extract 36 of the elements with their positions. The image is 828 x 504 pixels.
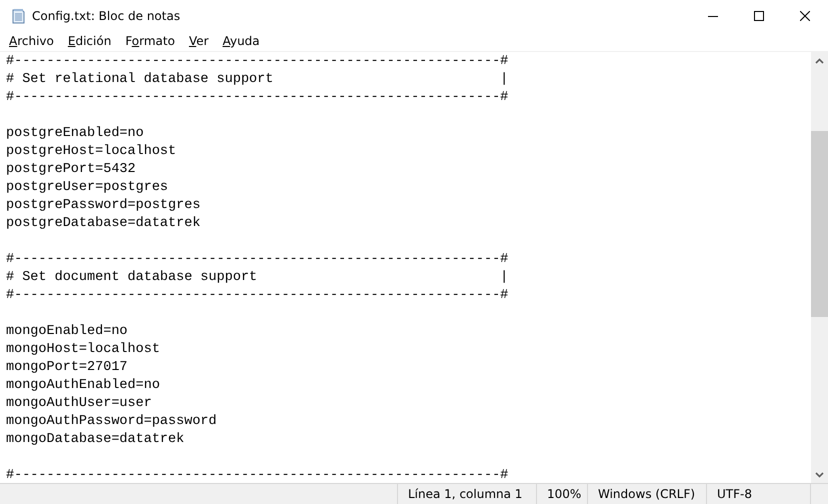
text-line: postgreEnabled=no [6,125,145,143]
text-line: mongoHost=localhost [6,341,161,359]
text-line: #------------------------------------------------------------# [6,251,510,269]
chevron-up-icon [815,58,824,64]
text-line: # Set relational database support | [6,71,510,89]
text-line: postgrePassword=postgres [6,197,202,215]
window-title: Config.txt: Bloc de notas [32,8,182,22]
maximize-icon [754,10,764,20]
text-line: #------------------------------------------------------------# [6,53,510,71]
text-line: #------------------------------------------------------------# [6,89,510,107]
text-line: postgreUser=postgres [6,179,170,197]
text-line: postgreDatabase=datatrek [6,215,202,233]
text-line: mongoAuthPassword=password [6,413,218,431]
status-text: Línea 1, columna 1 [397,484,536,504]
notepad-icon [10,8,26,24]
status-text: Windows (CRLF) [587,484,706,504]
text-line: mongoEnabled=no [6,323,129,341]
text-line: #------------------------------------------------------------# [6,467,510,483]
close-icon [800,10,810,20]
status-text: UTF-8 [706,484,810,504]
chevron-down-icon [815,472,824,478]
scrollbar-thumb[interactable] [811,131,828,317]
text-line: # Set document database support | [6,269,510,287]
menu-item[interactable]: Edición [60,31,118,51]
text-line: postgreHost=localhost [6,143,178,161]
text-line: mongoAuthEnabled=no [6,377,161,395]
menu-item[interactable]: Archivo [2,31,61,51]
text-line: mongoDatabase=datatrek [6,431,186,449]
menu-item[interactable]: Ver [182,31,216,51]
text-line: mongoAuthUser=user [6,395,153,413]
text-line: #------------------------------------------------------------# [6,287,510,305]
status-text: 100% [536,484,587,504]
menu-item[interactable]: Ayuda [216,31,267,51]
menu-item[interactable]: Formato [118,31,182,51]
text-line: mongoPort=27017 [6,359,129,377]
text-line: postgrePort=5432 [6,161,137,179]
